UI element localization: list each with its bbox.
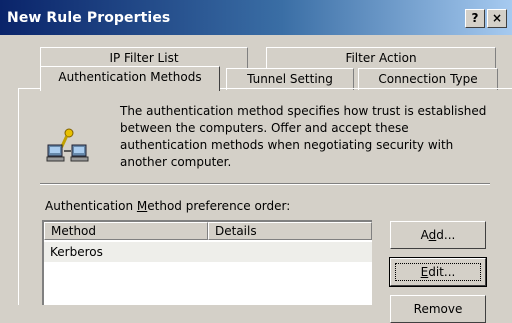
window-title: New Rule Properties	[7, 10, 171, 26]
preference-order-label: Authentication Method preference order:	[45, 199, 291, 213]
column-method[interactable]: Method	[44, 222, 208, 240]
edit-button[interactable]: Edit...	[389, 257, 487, 287]
column-details[interactable]: Details	[208, 222, 372, 240]
tab-filter-action[interactable]: Filter Action	[266, 47, 496, 69]
tab-authentication-methods[interactable]: Authentication Methods	[40, 66, 220, 91]
separator	[40, 183, 490, 185]
authentication-computers-icon	[45, 127, 91, 169]
list-header: Method Details	[44, 222, 372, 240]
focus-rectangle	[395, 263, 481, 281]
tab-connection-type[interactable]: Connection Type	[358, 68, 498, 90]
method-list[interactable]: Method Details Kerberos	[42, 220, 372, 305]
list-item[interactable]: Kerberos	[44, 242, 372, 262]
description-text: The authentication method specifies how …	[120, 104, 487, 169]
remove-button[interactable]: Remove	[390, 295, 486, 323]
tab-tunnel-setting[interactable]: Tunnel Setting	[226, 68, 354, 90]
add-button[interactable]: Add...	[390, 221, 486, 249]
title-bar: New Rule Properties ? ×	[0, 0, 512, 35]
help-button[interactable]: ?	[465, 9, 485, 28]
list-item-method: Kerberos	[50, 245, 103, 259]
close-button[interactable]: ×	[487, 9, 507, 28]
